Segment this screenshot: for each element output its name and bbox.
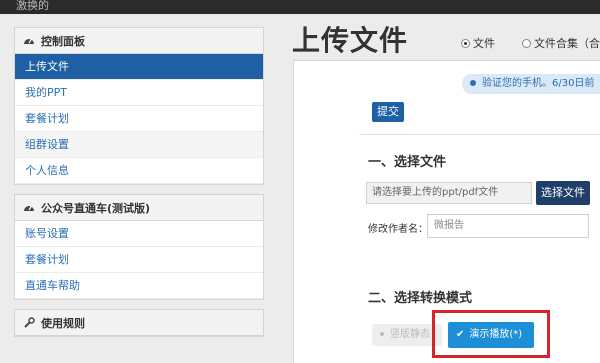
radio-file-indicator[interactable] (461, 38, 470, 48)
notice-dot-icon (470, 80, 476, 86)
radio-file[interactable]: 文件 (461, 35, 495, 51)
divider (359, 134, 600, 135)
mode-static-dot-icon (380, 332, 384, 336)
dashboard-icon (23, 35, 35, 47)
panel-rules: 使用规则 (14, 309, 264, 337)
sidebar-item-profile[interactable]: 个人信息 (15, 158, 263, 184)
panel-control-title: 控制面板 (41, 34, 85, 48)
radio-file-label: 文件 (473, 37, 495, 50)
sidebar-item-my-ppt[interactable]: 我的PPT (15, 80, 263, 106)
panel-wechat-header: 公众号直通车(测试版) (15, 195, 263, 221)
file-path-input[interactable]: 请选择要上传的ppt/pdf文件 (366, 182, 532, 204)
dashboard-icon (23, 202, 35, 214)
top-bar: 激换的 (0, 0, 600, 14)
author-label: 修改作者名： (368, 224, 428, 235)
mode-static-label: 竖版静态 (390, 329, 430, 340)
section-select-file-title: 一、选择文件 (368, 155, 447, 170)
section-convert-mode-title: 二、选择转换模式 (368, 291, 473, 306)
top-bar-text: 激换的 (16, 0, 49, 12)
choose-file-button[interactable]: 选择文件 (536, 181, 590, 205)
mode-demo-label: 演示播放(*) (469, 329, 523, 340)
check-icon: ✔ (456, 329, 465, 340)
sidebar: 控制面板 上传文件 我的PPT 套餐计划 组群设置 个人信息 公众号直通车(测试… (14, 27, 264, 346)
radio-collection-label: 文件合集（合 (534, 37, 600, 50)
radio-collection[interactable]: 文件合集（合 (522, 35, 600, 51)
wrench-icon (23, 316, 35, 329)
panel-rules-header: 使用规则 (15, 310, 263, 336)
page-title: 上传文件 (292, 24, 409, 57)
notice-text: 验证您的手机。6/30日前 (482, 78, 595, 89)
panel-rules-title: 使用规则 (41, 316, 85, 330)
sidebar-item-wechat-help[interactable]: 直通车帮助 (15, 273, 263, 299)
phone-verify-notice[interactable]: 验证您的手机。6/30日前 (462, 74, 600, 94)
mode-demo-button[interactable]: ✔ 演示播放(*) (448, 322, 534, 348)
sidebar-item-group-settings[interactable]: 组群设置 (15, 132, 263, 158)
radio-collection-indicator[interactable] (522, 38, 531, 48)
submit-button[interactable]: 提交 (372, 102, 404, 122)
sidebar-item-upload[interactable]: 上传文件 (15, 54, 263, 80)
panel-wechat: 公众号直通车(测试版) 账号设置 套餐计划 直通车帮助 (14, 194, 264, 300)
sidebar-item-plan[interactable]: 套餐计划 (15, 106, 263, 132)
author-name-input[interactable]: 微报告 (427, 214, 589, 238)
panel-control: 控制面板 上传文件 我的PPT 套餐计划 组群设置 个人信息 (14, 27, 264, 185)
sidebar-item-wechat-plan[interactable]: 套餐计划 (15, 247, 263, 273)
sidebar-item-account-settings[interactable]: 账号设置 (15, 221, 263, 247)
panel-wechat-title: 公众号直通车(测试版) (41, 201, 151, 215)
panel-control-header: 控制面板 (15, 28, 263, 54)
